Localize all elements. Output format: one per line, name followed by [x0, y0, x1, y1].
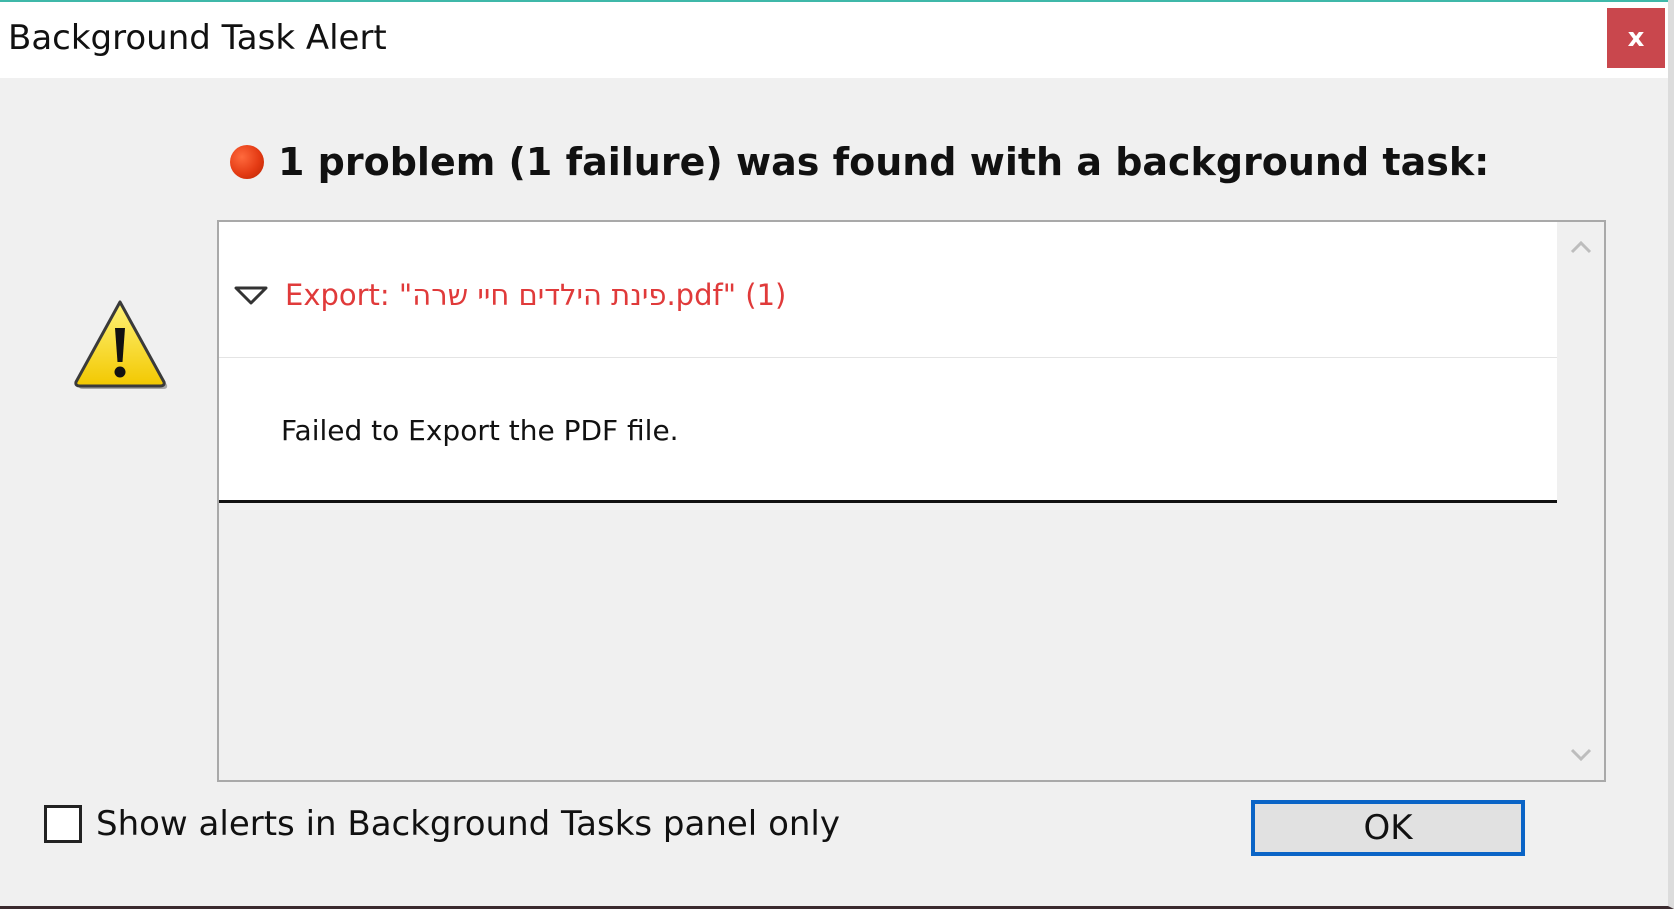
background-panel-only-option[interactable]: Show alerts in Background Tasks panel on… — [44, 804, 840, 844]
disclosure-triangle-icon[interactable] — [233, 284, 269, 306]
close-button[interactable]: x — [1607, 8, 1665, 68]
task-item-header[interactable]: Export: "פינת הילדים חיי שרה.pdf" (1) — [219, 222, 1557, 358]
task-error-detail: Failed to Export the PDF file. — [281, 414, 679, 447]
vertical-scrollbar[interactable] — [1557, 222, 1604, 780]
close-icon: x — [1627, 23, 1645, 53]
task-title: Export: "פינת הילדים חיי שרה.pdf" (1) — [285, 278, 787, 312]
problem-headline: 1 problem (1 failure) was found with a b… — [278, 140, 1490, 184]
scroll-down-arrow-icon[interactable] — [1569, 742, 1593, 766]
show-alerts-checkbox[interactable] — [44, 805, 82, 843]
problem-summary: 1 problem (1 failure) was found with a b… — [230, 140, 1489, 184]
list-item: Export: "פינת הילדים חיי שרה.pdf" (1) Fa… — [219, 222, 1557, 503]
ok-button[interactable]: OK — [1251, 800, 1525, 856]
scroll-up-arrow-icon[interactable] — [1569, 236, 1593, 260]
window-title: Background Task Alert — [8, 18, 387, 58]
warning-triangle-icon — [74, 300, 168, 389]
show-alerts-checkbox-label: Show alerts in Background Tasks panel on… — [96, 804, 840, 844]
title-bar[interactable]: Background Task Alert x — [0, 0, 1668, 78]
error-status-dot — [230, 145, 264, 179]
alert-dialog: Background Task Alert x 1 problem (1 fai… — [0, 0, 1674, 909]
task-problem-list[interactable]: Export: "פינת הילדים חיי שרה.pdf" (1) Fa… — [217, 220, 1606, 782]
